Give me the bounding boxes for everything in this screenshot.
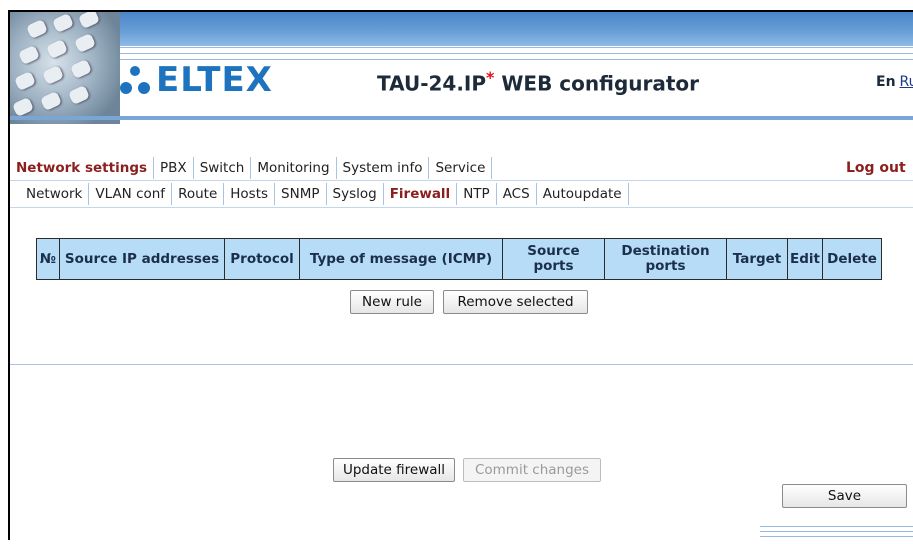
subtab-network[interactable]: Network (20, 183, 90, 205)
footer-decor-lines (760, 522, 913, 540)
main-nav: Network settings PBX Switch Monitoring S… (10, 156, 493, 180)
update-firewall-button[interactable]: Update firewall (333, 458, 455, 482)
lang-ru-link[interactable]: Ru (900, 74, 913, 90)
col-edit: Edit (787, 238, 823, 280)
sub-nav: Network VLAN conf Route Hosts SNMP Syslo… (20, 181, 629, 207)
tab-service[interactable]: Service (429, 157, 493, 179)
tab-network-settings[interactable]: Network settings (10, 157, 155, 179)
lang-en[interactable]: En (876, 74, 896, 90)
tab-system-info[interactable]: System info (337, 157, 430, 179)
page-title: TAU-24.IP* WEB configurator (377, 68, 700, 96)
subtab-autoupdate[interactable]: Autoupdate (537, 183, 629, 205)
subtab-route[interactable]: Route (172, 183, 225, 205)
section-divider (10, 364, 913, 365)
col-source-ports: Source ports (502, 238, 605, 280)
col-target: Target (726, 238, 788, 280)
subtab-vlan-conf[interactable]: VLAN conf (89, 183, 173, 205)
subnav-divider (10, 207, 913, 208)
col-protocol: Protocol (224, 238, 300, 280)
col-source-ip: Source IP addresses (59, 238, 225, 280)
eltex-logo-icon (120, 66, 150, 94)
col-destination-ports: Destination ports (604, 238, 727, 280)
language-switch: EnRu (876, 74, 913, 90)
logout-link[interactable]: Log out (846, 156, 906, 180)
subtab-snmp[interactable]: SNMP (275, 183, 327, 205)
subtab-ntp[interactable]: NTP (457, 183, 497, 205)
col-icmp-type: Type of message (ICMP) (299, 238, 503, 280)
new-rule-button[interactable]: New rule (350, 290, 434, 314)
header-band (10, 12, 913, 46)
subtab-syslog[interactable]: Syslog (327, 183, 384, 205)
logo-text: ELTEX (156, 60, 273, 100)
table-header-row: № Source IP addresses Protocol Type of m… (36, 238, 882, 280)
header-bottom-bar (10, 116, 913, 120)
tab-monitoring[interactable]: Monitoring (251, 157, 337, 179)
col-number: № (36, 238, 60, 280)
phone-keypad-image (10, 12, 120, 124)
commit-changes-button[interactable]: Commit changes (463, 458, 601, 482)
tab-switch[interactable]: Switch (194, 157, 252, 179)
save-button[interactable]: Save (782, 484, 907, 508)
remove-selected-button[interactable]: Remove selected (443, 290, 588, 314)
header: ELTEX TAU-24.IP* WEB configurator EnRu (10, 12, 913, 124)
tab-pbx[interactable]: PBX (154, 157, 194, 179)
firewall-rules-table: № Source IP addresses Protocol Type of m… (36, 238, 882, 280)
subtab-hosts[interactable]: Hosts (224, 183, 276, 205)
subtab-acs[interactable]: ACS (497, 183, 537, 205)
eltex-logo: ELTEX (120, 60, 273, 100)
app-frame: ELTEX TAU-24.IP* WEB configurator EnRu N… (8, 10, 913, 540)
col-delete: Delete (822, 238, 882, 280)
subtab-firewall[interactable]: Firewall (384, 183, 458, 205)
